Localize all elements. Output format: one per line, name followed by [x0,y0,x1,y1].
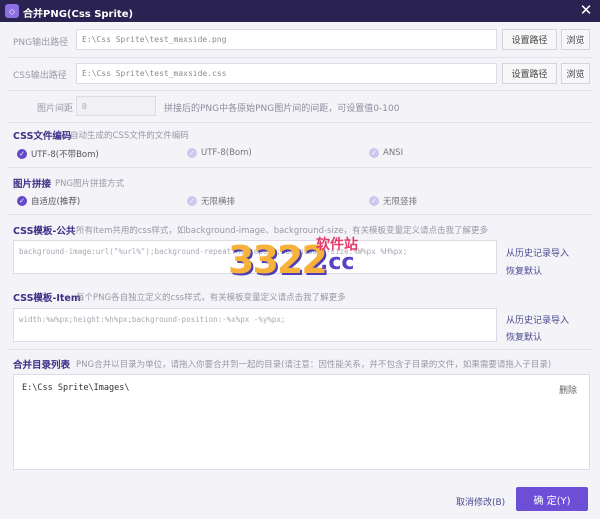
common-import-history-link[interactable]: 从历史记录导入 [506,246,569,259]
option-label: ANSI [383,148,404,158]
option-label: 无限横排 [201,197,236,207]
png-output-path-field[interactable]: E:\Css Sprite\test_maxside.png [76,29,497,50]
radio-checked-icon: ✓ [17,149,27,159]
css-output-path-field[interactable]: E:\Css Sprite\test_maxside.css [76,63,497,84]
radio-unchecked-icon: ✓ [187,196,197,206]
tiling-title: 图片拼接 [13,179,52,190]
spacing-label: 图片间距 [37,104,74,114]
radio-unchecked-icon: ✓ [369,148,379,158]
png-browse-button[interactable]: 浏览 [561,29,590,50]
tiling-option-vertical[interactable]: ✓ 无限竖排 [369,195,417,207]
radio-checked-icon: ✓ [17,196,27,206]
watermark-suffix: .cc [320,250,355,275]
item-import-history-link[interactable]: 从历史记录导入 [506,313,569,326]
encoding-option-ansi[interactable]: ✓ ANSI [369,148,403,158]
css-template-common-title: CSS模板-公共 [13,226,76,237]
option-label: UTF-8(Bom) [201,148,252,158]
window-title: 合并PNG(Css Sprite) [23,9,134,20]
dir-list-item-path: E:\Css Sprite\Images\ [22,383,130,393]
css-encoding-desc: 自动生成的CSS文件的文件编码 [70,131,189,141]
css-output-label: CSS输出路径 [13,71,67,81]
footer: 取消修改(B) 确 定(Y) [0,480,600,519]
radio-unchecked-icon: ✓ [187,148,197,158]
app-icon: ◇ [5,4,19,18]
divider [8,90,592,91]
option-label: 自适应(推荐) [31,197,81,207]
tiling-desc: PNG图片拼接方式 [55,179,125,189]
option-label: UTF-8(不带Bom) [31,150,99,160]
divider [8,349,592,350]
encoding-option-utf8-bom[interactable]: ✓ UTF-8(Bom) [187,148,252,158]
merge-dirs-desc: PNG合并以目录为单位，请拖入你要合并到一起的目录(请注意：因性能关系，并不包含… [76,360,552,370]
png-output-label: PNG输出路径 [13,38,69,48]
item-restore-default-link[interactable]: 恢复默认 [506,330,542,343]
css-set-path-button[interactable]: 设置路径 [502,63,557,84]
close-icon[interactable]: ✕ [578,2,594,18]
watermark-number: 3322 [228,238,328,282]
cancel-changes-link[interactable]: 取消修改(B) [456,495,505,508]
divider [8,122,592,123]
tiling-option-horizontal[interactable]: ✓ 无限横排 [187,195,235,207]
css-template-item-title: CSS模板-Item [13,293,81,304]
divider [8,167,592,168]
merge-dirs-title: 合并目录列表 [13,360,71,371]
png-set-path-button[interactable]: 设置路径 [502,29,557,50]
divider [8,214,592,215]
watermark-logo: 3322 软件站 .cc [228,232,398,282]
spacing-hint: 拼接后的PNG中各原始PNG图片间的间距，可设置值0-100 [164,104,400,114]
divider [8,57,592,58]
ok-button[interactable]: 确 定(Y) [516,487,588,511]
common-restore-default-link[interactable]: 恢复默认 [506,264,542,277]
title-bar: ◇ 合并PNG(Css Sprite) ✕ [0,0,600,22]
option-label: 无限竖排 [383,197,418,207]
merge-dirs-list[interactable]: E:\Css Sprite\Images\ 删除 [13,374,590,470]
spacing-input[interactable]: 0 [76,96,156,116]
css-encoding-title: CSS文件编码 [13,131,72,142]
radio-unchecked-icon: ✓ [369,196,379,206]
css-template-item-textarea[interactable]: width:%w%px;height:%h%px;background-posi… [13,308,497,342]
encoding-option-utf8-nobom[interactable]: ✓ UTF-8(不带Bom) [17,148,99,160]
css-template-item-desc[interactable]: 每个PNG各自独立定义的css样式，有关模板变量定义请点击我了解更多 [76,291,346,303]
css-browse-button[interactable]: 浏览 [561,63,590,84]
dir-delete-button[interactable]: 删除 [559,383,577,396]
tiling-option-auto[interactable]: ✓ 自适应(推荐) [17,195,80,207]
